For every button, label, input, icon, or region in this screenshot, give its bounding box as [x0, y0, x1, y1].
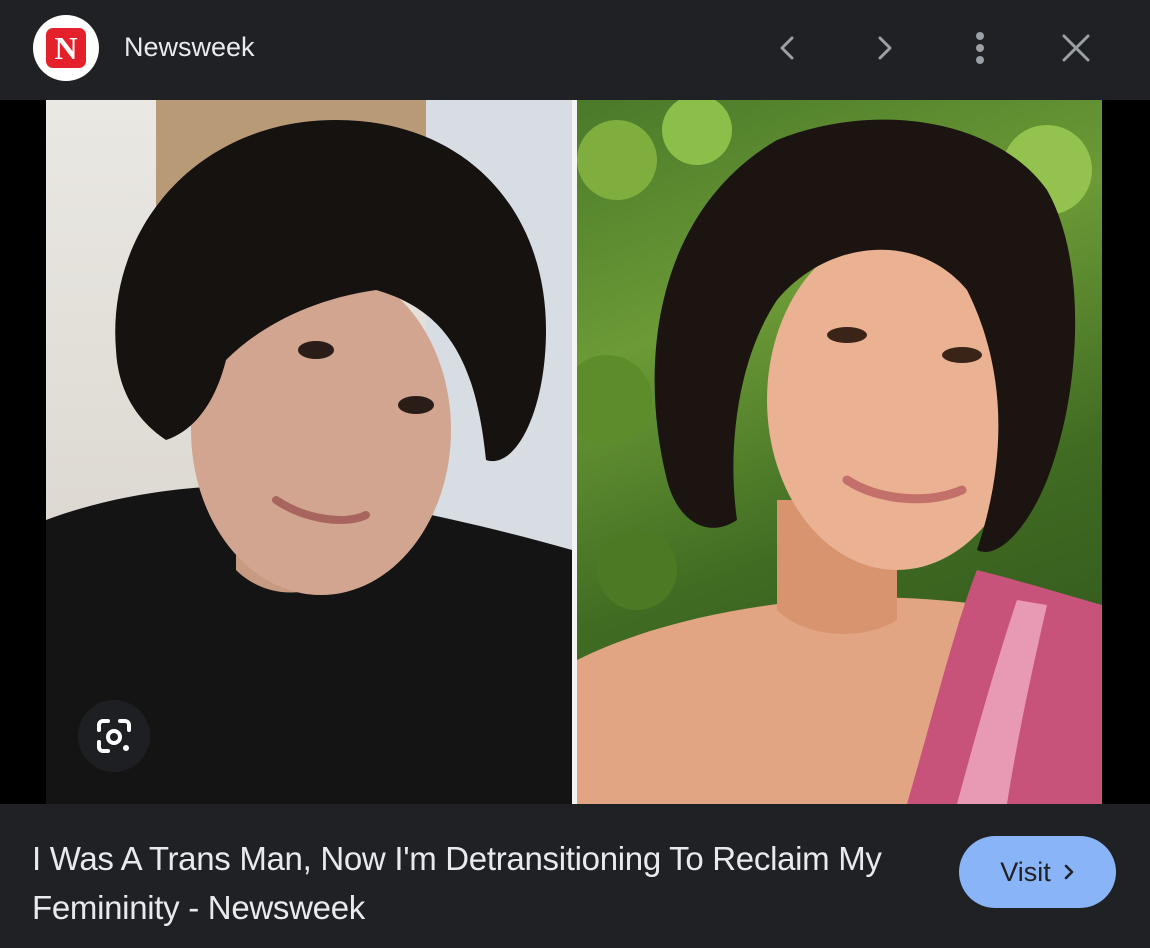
- photo-right: [577, 100, 1102, 804]
- portrait-left-illustration: [46, 100, 572, 804]
- chevron-left-icon: [780, 36, 794, 60]
- visit-button[interactable]: Visit: [959, 836, 1116, 908]
- close-icon: [1062, 34, 1090, 62]
- source-logo[interactable]: N: [33, 15, 99, 81]
- lens-search-button[interactable]: [78, 700, 150, 772]
- chevron-right-icon: [878, 36, 892, 60]
- image-preview[interactable]: [0, 100, 1150, 804]
- google-lens-icon: [97, 719, 131, 753]
- image-caption[interactable]: I Was A Trans Man, Now I'm Detransitioni…: [32, 834, 922, 932]
- portrait-right-illustration: [577, 100, 1102, 804]
- visit-button-label: Visit: [1000, 856, 1051, 887]
- logo-letter: N: [54, 30, 78, 66]
- viewer-header: N Newsweek: [0, 0, 1150, 100]
- photo-left: [46, 100, 572, 804]
- close-button[interactable]: [1052, 24, 1100, 72]
- source-name[interactable]: Newsweek: [124, 30, 255, 64]
- newsweek-logo-icon: N: [46, 28, 86, 68]
- image-viewer: N Newsweek I Was A Trans Man, Now I'm De…: [0, 0, 1150, 948]
- chevron-right-icon: [1064, 864, 1074, 880]
- next-button[interactable]: [860, 24, 908, 72]
- previous-button[interactable]: [764, 24, 812, 72]
- more-vert-icon: [976, 32, 984, 64]
- viewer-footer: I Was A Trans Man, Now I'm Detransitioni…: [0, 804, 1150, 948]
- more-options-button[interactable]: [956, 24, 1004, 72]
